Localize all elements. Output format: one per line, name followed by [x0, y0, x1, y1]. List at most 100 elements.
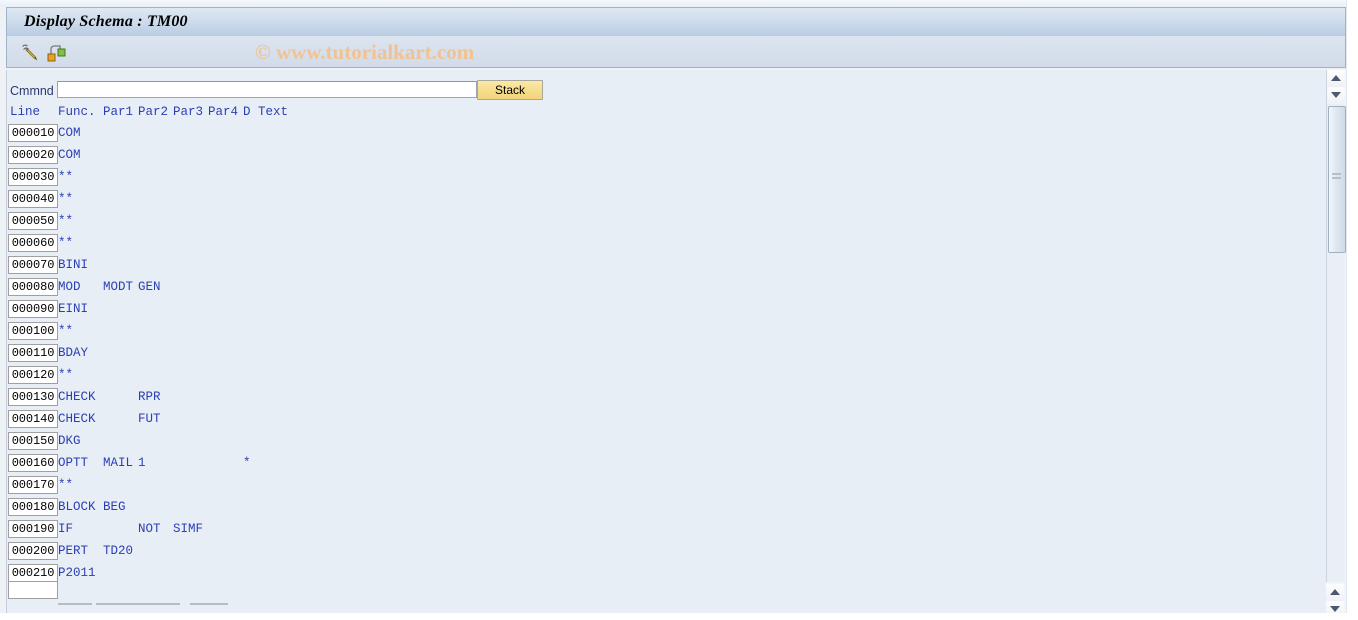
- line-number-field[interactable]: [8, 146, 58, 164]
- structure-icon[interactable]: [45, 41, 67, 63]
- line-number-field[interactable]: [8, 454, 58, 472]
- cell-func[interactable]: COM: [58, 125, 81, 141]
- cell-func[interactable]: **: [58, 367, 73, 383]
- table-row: CHECK FUT: [0, 409, 1300, 431]
- line-number-field[interactable]: [8, 432, 58, 450]
- table-row: **: [0, 189, 1300, 211]
- cell-func[interactable]: EINI: [58, 301, 88, 317]
- table-row: CHECK RPR: [0, 387, 1300, 409]
- table-row: **: [0, 233, 1300, 255]
- line-number-field[interactable]: [8, 212, 58, 230]
- command-input[interactable]: [57, 81, 477, 98]
- line-number-field[interactable]: [8, 388, 58, 406]
- scroll-up-arrow-icon[interactable]: [1327, 70, 1345, 87]
- line-number-field[interactable]: [8, 410, 58, 428]
- table-row: **: [0, 167, 1300, 189]
- table-row: **: [0, 211, 1300, 233]
- cell-func[interactable]: DKG: [58, 433, 81, 449]
- column-header-par4: Par4: [208, 105, 239, 119]
- cell-func[interactable]: **: [58, 477, 73, 493]
- title-bar: Display Schema : TM00: [6, 7, 1346, 36]
- cell-func[interactable]: BDAY: [58, 345, 88, 361]
- table-row: P2011: [0, 563, 1300, 585]
- field-stub-text: [190, 603, 228, 605]
- table-row: **: [0, 321, 1300, 343]
- cell-func[interactable]: COM: [58, 147, 81, 163]
- line-number-field[interactable]: [8, 366, 58, 384]
- line-number-field[interactable]: [8, 234, 58, 252]
- cell-par2[interactable]: GEN: [138, 279, 161, 295]
- column-header-par2: Par2: [138, 105, 169, 119]
- table-row: BINI: [0, 255, 1300, 277]
- line-number-field[interactable]: [8, 476, 58, 494]
- cell-par2[interactable]: RPR: [138, 389, 161, 405]
- cell-func[interactable]: BLOCK: [58, 499, 96, 515]
- cell-func[interactable]: PERT: [58, 543, 88, 559]
- cell-func[interactable]: **: [58, 191, 73, 207]
- column-header-func: Func.: [58, 105, 96, 119]
- cell-par1[interactable]: MAIL: [103, 455, 133, 471]
- vertical-scrollbar[interactable]: [1326, 70, 1346, 613]
- line-number-field[interactable]: [8, 520, 58, 538]
- cell-func[interactable]: P2011: [58, 565, 96, 581]
- stack-button[interactable]: Stack: [477, 80, 543, 100]
- watermark-text: © www.tutorialkart.com: [255, 40, 475, 64]
- line-number-field[interactable]: [8, 322, 58, 340]
- table-row: BLOCK BEG: [0, 497, 1300, 519]
- window-top-strip: [0, 0, 1358, 7]
- schema-rows: COMCOM********BINIMODMODTGENEINI**BDAY**…: [0, 123, 1300, 585]
- cell-func[interactable]: MOD: [58, 279, 81, 295]
- column-header-par1: Par1: [103, 105, 134, 119]
- cell-func[interactable]: **: [58, 213, 73, 229]
- table-row: MOD MODT GEN: [0, 277, 1300, 299]
- table-row: **: [0, 475, 1300, 497]
- table-row: OPTT MAIL 1 *: [0, 453, 1300, 475]
- cell-func[interactable]: **: [58, 323, 73, 339]
- line-number-field[interactable]: [8, 300, 58, 318]
- column-header-line: Line: [10, 105, 41, 119]
- cell-par2[interactable]: NOT: [138, 521, 161, 537]
- line-number-field[interactable]: [8, 256, 58, 274]
- table-row: DKG: [0, 431, 1300, 453]
- cell-func[interactable]: CHECK: [58, 411, 96, 427]
- scroll-down-arrow-icon[interactable]: [1327, 87, 1345, 104]
- column-header-par3: Par3: [173, 105, 204, 119]
- cell-func[interactable]: CHECK: [58, 389, 96, 405]
- scrollbar-thumb[interactable]: [1328, 106, 1346, 253]
- cell-par2[interactable]: FUT: [138, 411, 161, 427]
- cell-par2[interactable]: 1: [138, 455, 146, 471]
- line-number-field[interactable]: [8, 190, 58, 208]
- cell-par1[interactable]: MODT: [103, 279, 133, 295]
- application-toolbar: © www.tutorialkart.com: [6, 36, 1346, 68]
- cell-par1[interactable]: BEG: [103, 499, 126, 515]
- partial-row-bottom: [0, 581, 1300, 613]
- page-title: Display Schema : TM00: [24, 13, 188, 30]
- cell-func[interactable]: BINI: [58, 257, 88, 273]
- line-number-field[interactable]: [8, 124, 58, 142]
- table-row: **: [0, 365, 1300, 387]
- cell-par3[interactable]: SIMF: [173, 521, 203, 537]
- line-number-field-partial[interactable]: [8, 581, 58, 599]
- cell-par1[interactable]: TD20: [103, 543, 133, 559]
- cell-d[interactable]: *: [243, 455, 251, 471]
- line-number-field[interactable]: [8, 278, 58, 296]
- table-row: BDAY: [0, 343, 1300, 365]
- line-number-field[interactable]: [8, 564, 58, 582]
- edit-pencil-icon[interactable]: [19, 41, 41, 63]
- line-number-field[interactable]: [8, 498, 58, 516]
- line-number-field[interactable]: [8, 168, 58, 186]
- line-number-field[interactable]: [8, 542, 58, 560]
- window-bottom-strip: [0, 613, 1358, 620]
- sap-gui-window: Display Schema : TM00 © www.tutorialkart…: [0, 0, 1358, 620]
- window-right-rail: [1346, 0, 1358, 620]
- cell-func[interactable]: IF: [58, 521, 73, 537]
- bottom-scroll-up-arrow-icon[interactable]: [1326, 584, 1344, 601]
- field-stub-params: [96, 603, 180, 605]
- column-header-d: D: [243, 105, 251, 119]
- line-number-field[interactable]: [8, 344, 58, 362]
- cell-func[interactable]: OPTT: [58, 455, 88, 471]
- column-header-text: Text: [258, 105, 289, 119]
- cell-func[interactable]: **: [58, 169, 73, 185]
- cell-func[interactable]: **: [58, 235, 73, 251]
- scrollbar-grip-icon: [1332, 173, 1341, 180]
